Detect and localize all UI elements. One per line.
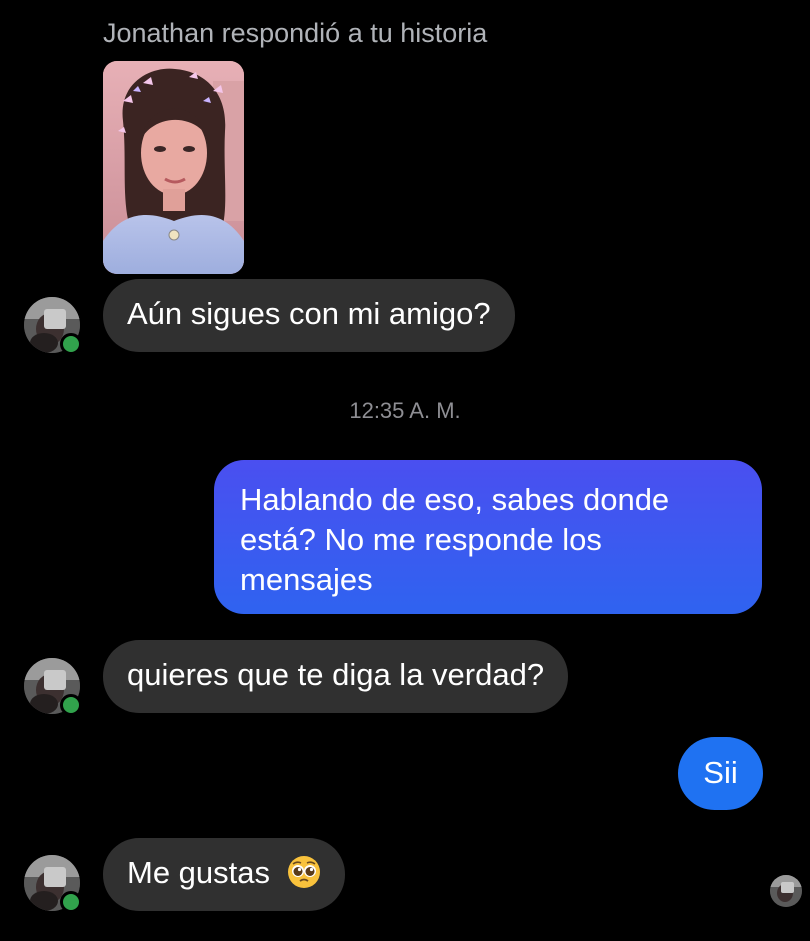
message-text: Me gustas — [127, 855, 271, 890]
online-indicator — [60, 694, 82, 716]
contact-avatar[interactable] — [24, 297, 82, 355]
story-image — [103, 61, 244, 274]
outgoing-message[interactable]: Hablando de eso, sabes donde está? No me… — [214, 460, 762, 614]
message-text-line: mensajes — [240, 562, 373, 597]
incoming-message[interactable]: quieres que te diga la verdad? — [103, 640, 569, 713]
contact-avatar[interactable] — [24, 658, 82, 716]
incoming-message[interactable]: Aún sigues con mi amigo? — [103, 279, 515, 352]
pleading-face-emoji — [287, 855, 321, 889]
seen-avatar — [770, 875, 802, 907]
online-indicator — [60, 333, 82, 355]
contact-avatar[interactable] — [24, 855, 82, 913]
message-text-line: está? No me responde los — [240, 522, 602, 557]
online-indicator — [60, 891, 82, 913]
incoming-message[interactable]: Me gustas — [103, 838, 345, 911]
message-text: Sii — [703, 755, 738, 790]
message-text: Aún sigues con mi amigo? — [127, 296, 491, 331]
message-text: quieres que te diga la verdad? — [127, 657, 545, 692]
message-text-line: Hablando de eso, sabes donde — [240, 482, 670, 517]
message-timestamp: 12:35 A. M. — [349, 398, 461, 423]
story-thumbnail[interactable] — [103, 61, 244, 274]
outgoing-message[interactable]: Sii — [678, 737, 763, 810]
story-reply-caption: Jonathan respondió a tu historia — [103, 18, 488, 48]
